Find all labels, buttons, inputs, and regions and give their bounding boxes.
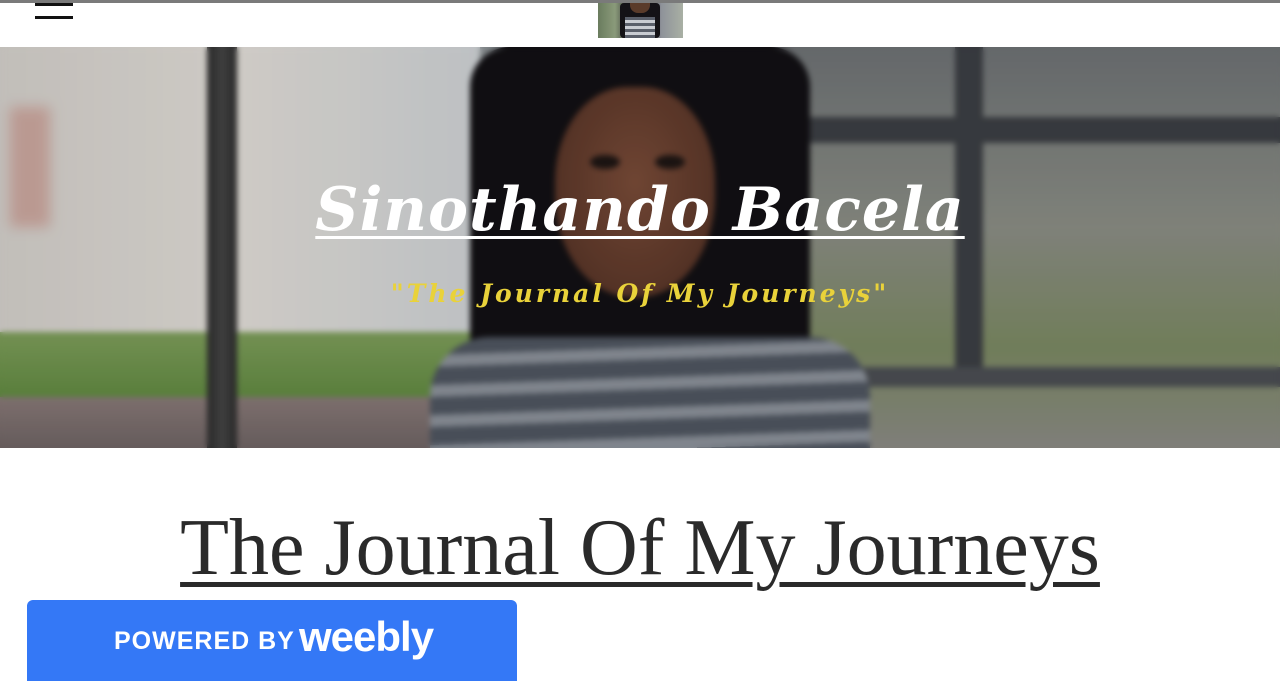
powered-by-label: POWERED BY xyxy=(114,627,295,655)
site-title-link[interactable]: Sinothando Bacela xyxy=(315,175,964,245)
logo-image-part xyxy=(625,17,655,38)
hero-overlay xyxy=(0,47,1280,448)
site-header xyxy=(0,3,1280,47)
menu-line xyxy=(35,3,73,6)
hamburger-menu-icon[interactable] xyxy=(35,3,73,20)
site-logo[interactable] xyxy=(598,3,683,38)
site-title: Sinothando Bacela xyxy=(0,175,1280,245)
hero-banner: Sinothando Bacela "The Journal Of My Jou… xyxy=(0,47,1280,448)
powered-by-weebly-badge[interactable]: POWERED BY weebly xyxy=(27,600,517,681)
page-heading-text: The Journal Of My Journeys xyxy=(180,504,1100,592)
weebly-logo: weebly xyxy=(299,613,434,660)
site-tagline: "The Journal Of My Journeys" xyxy=(390,279,890,308)
menu-line xyxy=(35,16,73,19)
page-heading: The Journal Of My Journeys xyxy=(0,508,1280,588)
